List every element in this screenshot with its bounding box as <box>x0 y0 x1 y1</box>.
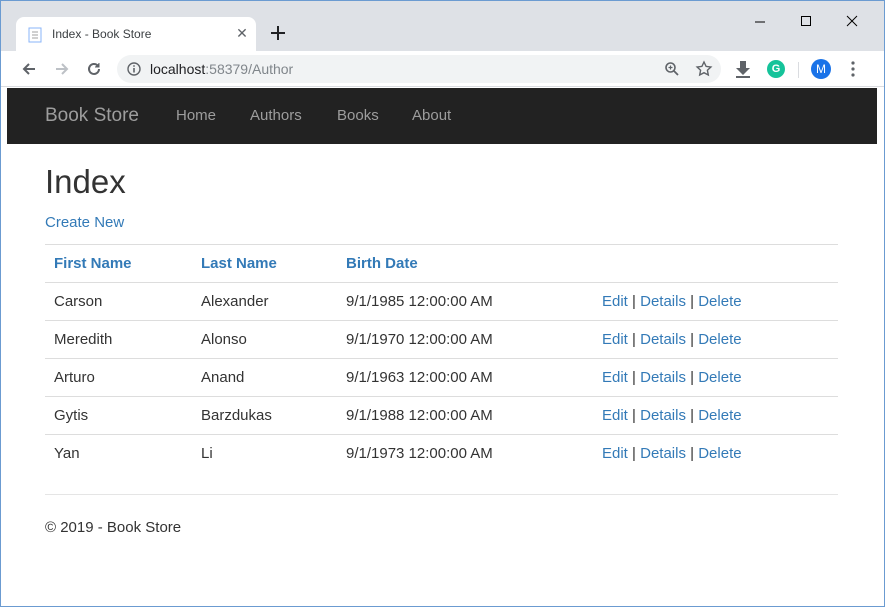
cell-first-name: Carson <box>45 282 192 321</box>
table-header-row: First Name Last Name Birth Date <box>45 244 838 283</box>
edit-link[interactable]: Edit <box>602 369 628 386</box>
browser-window: Index - Book Store ✕ localhost:58379/Aut… <box>0 0 885 607</box>
url-path: :58379/Author <box>205 61 294 77</box>
cell-first-name: Arturo <box>45 358 192 397</box>
action-separator: | <box>632 293 636 310</box>
cell-actions: Edit | Details | Delete <box>593 320 838 359</box>
tab-title: Index - Book Store <box>52 27 152 41</box>
table-row: Carson Alexander 9/1/1985 12:00:00 AM Edit … <box>45 282 838 321</box>
window-close-icon[interactable] <box>838 9 866 33</box>
site-brand-link[interactable]: Book Store <box>45 105 139 127</box>
create-new-link[interactable]: Create New <box>45 214 124 231</box>
action-separator: | <box>632 369 636 386</box>
action-separator: | <box>690 293 695 310</box>
zoom-icon[interactable] <box>663 60 681 78</box>
action-separator: | <box>690 407 695 424</box>
table-row: Gytis Barzdukas 9/1/1988 12:00:00 AM Edit |… <box>45 396 838 435</box>
menu-kebab-icon[interactable] <box>842 58 864 80</box>
grammarly-extension-icon[interactable]: G <box>767 60 785 78</box>
delete-link[interactable]: Delete <box>698 445 741 462</box>
cell-birth-date: 9/1/1973 12:00:00 AM <box>337 434 593 473</box>
profile-avatar[interactable]: M <box>811 59 831 79</box>
table-row: Meredith Alonso 9/1/1970 12:00:00 AM Edit |… <box>45 320 838 359</box>
delete-link[interactable]: Delete <box>698 407 741 424</box>
details-link[interactable]: Details <box>640 407 686 424</box>
url-host: localhost <box>150 61 206 77</box>
details-link[interactable]: Details <box>640 293 686 310</box>
address-bar[interactable]: localhost:58379/Author <box>117 55 721 83</box>
action-separator: | <box>632 445 636 462</box>
tab-close-icon[interactable]: ✕ <box>234 25 250 41</box>
back-icon[interactable] <box>18 58 40 80</box>
cell-birth-date: 9/1/1970 12:00:00 AM <box>337 320 593 359</box>
reload-icon[interactable] <box>83 58 105 80</box>
nav-link-authors[interactable]: Authors <box>250 107 302 124</box>
column-header-last-name[interactable]: Last Name <box>192 244 337 283</box>
delete-link[interactable]: Delete <box>698 369 741 386</box>
footer-text: © 2019 - Book Store <box>45 519 182 536</box>
delete-link[interactable]: Delete <box>698 293 741 310</box>
cell-last-name: Barzdukas <box>192 396 337 435</box>
toolbar-divider <box>798 62 799 78</box>
cell-birth-date: 9/1/1985 12:00:00 AM <box>337 282 593 321</box>
page-favicon-icon <box>28 27 42 43</box>
action-separator: | <box>632 407 636 424</box>
browser-toolbar: localhost:58379/Author G M <box>1 51 884 87</box>
minimize-icon[interactable] <box>746 9 774 33</box>
cell-last-name: Li <box>192 434 337 473</box>
action-separator: | <box>690 369 695 386</box>
url-text: localhost:58379/Author <box>150 61 293 77</box>
details-link[interactable]: Details <box>640 445 686 462</box>
edit-link[interactable]: Edit <box>602 445 628 462</box>
cell-birth-date: 9/1/1963 12:00:00 AM <box>337 358 593 397</box>
download-icon[interactable] <box>732 58 754 80</box>
details-link[interactable]: Details <box>640 331 686 348</box>
cell-actions: Edit | Details | Delete <box>593 396 838 435</box>
cell-first-name: Meredith <box>45 320 192 359</box>
action-separator: | <box>690 331 695 348</box>
table-row: Arturo Anand 9/1/1963 12:00:00 AM Edit | De… <box>45 358 838 397</box>
details-link[interactable]: Details <box>640 369 686 386</box>
new-tab-icon[interactable] <box>267 22 289 44</box>
column-header-first-name[interactable]: First Name <box>45 244 192 283</box>
footer-divider <box>45 494 838 495</box>
authors-table: First Name Last Name Birth Date Carson Al… <box>45 244 838 473</box>
cell-actions: Edit | Details | Delete <box>593 358 838 397</box>
edit-link[interactable]: Edit <box>602 293 628 310</box>
cell-actions: Edit | Details | Delete <box>593 434 838 473</box>
browser-tab[interactable]: Index - Book Store ✕ <box>16 17 256 51</box>
site-info-icon[interactable] <box>127 62 141 76</box>
maximize-icon[interactable] <box>792 9 820 33</box>
forward-icon[interactable] <box>51 58 73 80</box>
delete-link[interactable]: Delete <box>698 331 741 348</box>
cell-birth-date: 9/1/1988 12:00:00 AM <box>337 396 593 435</box>
cell-actions: Edit | Details | Delete <box>593 282 838 321</box>
edit-link[interactable]: Edit <box>602 407 628 424</box>
bookmark-star-icon[interactable] <box>695 60 713 78</box>
column-header-actions <box>593 244 838 283</box>
cell-first-name: Yan <box>45 434 192 473</box>
cell-last-name: Anand <box>192 358 337 397</box>
nav-link-books[interactable]: Books <box>337 107 379 124</box>
cell-first-name: Gytis <box>45 396 192 435</box>
table-row: Yan Li 9/1/1973 12:00:00 AM Edit | Details … <box>45 434 838 473</box>
cell-last-name: Alonso <box>192 320 337 359</box>
tab-strip: Index - Book Store ✕ <box>1 1 884 51</box>
site-navbar: Book Store Home Authors Books About <box>7 88 877 144</box>
action-separator: | <box>690 445 695 462</box>
action-separator: | <box>632 331 636 348</box>
edit-link[interactable]: Edit <box>602 331 628 348</box>
nav-link-about[interactable]: About <box>412 107 451 124</box>
nav-link-home[interactable]: Home <box>176 107 216 124</box>
page-title: Index <box>45 163 126 200</box>
cell-last-name: Alexander <box>192 282 337 321</box>
column-header-birth-date[interactable]: Birth Date <box>337 244 593 283</box>
